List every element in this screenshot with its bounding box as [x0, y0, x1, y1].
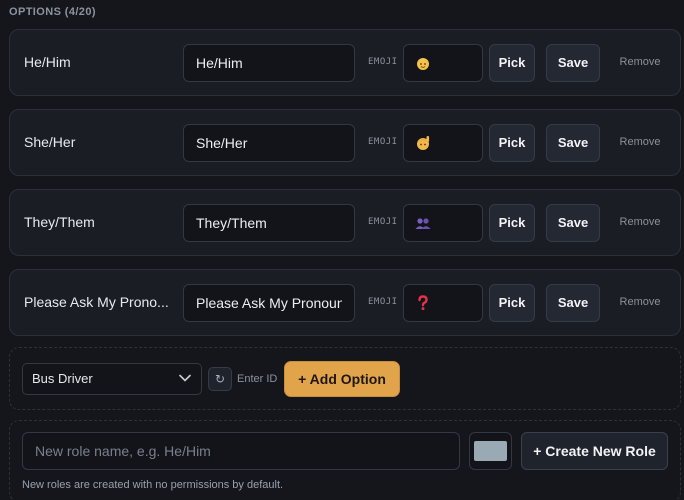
option-name-input[interactable] [183, 44, 355, 82]
save-button[interactable]: Save [546, 124, 600, 162]
add-option-panel: Bus Driver ↻ Enter ID + Add Option [9, 347, 681, 410]
role-color-picker[interactable] [469, 432, 512, 470]
role-color-swatch [474, 441, 507, 461]
option-name-input[interactable] [183, 284, 355, 322]
person-blond-emoji-icon [417, 58, 429, 70]
person-raising-hand-emoji-icon [417, 136, 430, 150]
emoji-field[interactable] [403, 124, 483, 162]
option-row-he-him: He/Him EMOJI Pick Save Remove [9, 29, 681, 96]
red-question-mark-emoji-icon [418, 295, 428, 311]
save-button[interactable]: Save [546, 44, 600, 82]
people-silhouette-emoji-icon [415, 218, 431, 229]
option-name-input[interactable] [183, 204, 355, 242]
create-role-note: New roles are created with no permission… [22, 479, 284, 491]
option-label: He/Him [24, 54, 71, 70]
option-label: They/Them [24, 214, 95, 230]
options-section-title: OPTIONS (4/20) [9, 6, 96, 18]
new-role-name-input[interactable] [22, 432, 460, 470]
remove-button[interactable]: Remove [608, 270, 672, 335]
remove-button[interactable]: Remove [608, 190, 672, 255]
option-row-she-her: She/Her EMOJI Pick Save Remove [9, 109, 681, 176]
save-button[interactable]: Save [546, 284, 600, 322]
pick-emoji-button[interactable]: Pick [489, 204, 535, 242]
pick-emoji-button[interactable]: Pick [489, 124, 535, 162]
emoji-field[interactable] [403, 44, 483, 82]
option-row-they-them: They/Them EMOJI Pick Save Remove [9, 189, 681, 256]
create-new-role-button[interactable]: + Create New Role [521, 432, 668, 470]
pick-emoji-button[interactable]: Pick [489, 44, 535, 82]
emoji-tag: EMOJI [368, 297, 398, 307]
enter-id-link[interactable]: Enter ID [237, 367, 277, 391]
role-select[interactable]: Bus Driver [22, 363, 202, 395]
refresh-button[interactable]: ↻ [208, 367, 232, 391]
emoji-field[interactable] [403, 204, 483, 242]
emoji-field[interactable] [403, 284, 483, 322]
pick-emoji-button[interactable]: Pick [489, 284, 535, 322]
role-select-value: Bus Driver [32, 371, 93, 386]
emoji-tag: EMOJI [368, 217, 398, 227]
option-row-please-ask: Please Ask My Prono... EMOJI Pick Save R… [9, 269, 681, 336]
remove-button[interactable]: Remove [608, 110, 672, 175]
option-label: She/Her [24, 134, 76, 150]
emoji-tag: EMOJI [368, 137, 398, 147]
option-label: Please Ask My Prono... [24, 294, 169, 310]
refresh-icon: ↻ [214, 372, 226, 386]
emoji-tag: EMOJI [368, 57, 398, 67]
chevron-down-icon [179, 374, 191, 382]
add-option-button[interactable]: + Add Option [284, 361, 400, 397]
remove-button[interactable]: Remove [608, 30, 672, 95]
roles-editor: OPTIONS (4/20) He/Him EMOJI Pick Save Re… [0, 0, 684, 500]
create-role-panel: + Create New Role New roles are created … [9, 420, 681, 500]
save-button[interactable]: Save [546, 204, 600, 242]
option-name-input[interactable] [183, 124, 355, 162]
